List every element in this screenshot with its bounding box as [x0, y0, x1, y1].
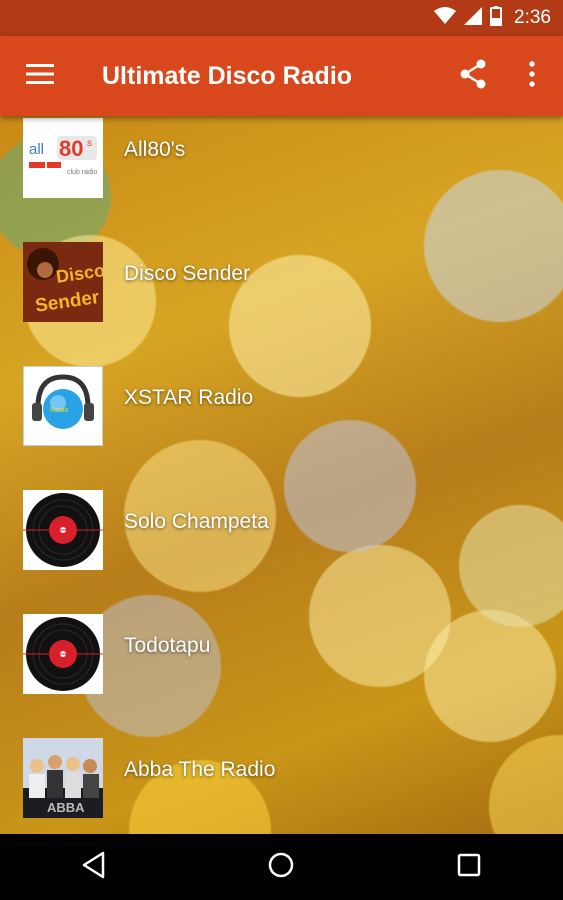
share-button[interactable] — [445, 36, 501, 116]
home-icon — [267, 851, 295, 884]
station-list: all 80 s club radio All80's Disco Sender… — [0, 116, 563, 834]
station-row-all80s[interactable]: all 80 s club radio All80's — [0, 116, 563, 220]
menu-button[interactable] — [0, 36, 80, 116]
page-title: Ultimate Disco Radio — [102, 61, 353, 90]
hamburger-menu-icon — [26, 63, 54, 90]
battery-icon — [490, 5, 503, 31]
svg-text:s: s — [87, 138, 92, 149]
all80s-logo: all 80 s club radio — [23, 118, 103, 198]
station-row-xstar-radio[interactable]: Radio XSTAR Radio — [0, 344, 563, 468]
station-row-solo-champeta[interactable]: Solo Champeta — [0, 468, 563, 592]
status-time: 2:36 — [514, 7, 551, 28]
more-options-button[interactable] — [501, 36, 563, 116]
svg-text:80: 80 — [59, 136, 83, 161]
vinyl-record-icon — [23, 614, 103, 694]
recents-button[interactable] — [439, 837, 499, 897]
xstar-radio-logo: Radio — [23, 366, 103, 446]
wifi-icon — [434, 6, 457, 30]
station-row-todotapu[interactable]: Todotapu — [0, 592, 563, 716]
station-name: All80's — [124, 138, 186, 161]
status-bar: 2:36 — [0, 0, 563, 36]
svg-text:club radio: club radio — [67, 169, 97, 176]
vinyl-record-icon — [23, 490, 103, 570]
recents-icon — [457, 853, 481, 882]
disco-sender-logo: Disco Sender — [23, 242, 103, 322]
signal-icon — [464, 6, 483, 30]
system-nav-bar — [0, 834, 563, 900]
abba-photo: ABBA — [23, 738, 103, 818]
station-name: Todotapu — [124, 634, 211, 657]
svg-text:Radio: Radio — [50, 407, 68, 414]
station-name: Solo Champeta — [124, 510, 269, 533]
back-button[interactable] — [64, 837, 124, 897]
station-name: Disco Sender — [124, 262, 251, 285]
app-bar: Ultimate Disco Radio — [0, 36, 563, 116]
home-button[interactable] — [251, 837, 311, 897]
more-vert-icon — [528, 60, 536, 92]
back-icon — [81, 851, 107, 884]
svg-text:all: all — [29, 141, 44, 158]
station-name: XSTAR Radio — [124, 386, 254, 409]
station-name: Abba The Radio — [124, 758, 276, 781]
share-icon — [459, 59, 487, 94]
svg-text:ABBA: ABBA — [47, 800, 85, 815]
station-row-abba-the-radio[interactable]: ABBA Abba The Radio — [0, 716, 563, 834]
station-row-disco-sender[interactable]: Disco Sender Disco Sender — [0, 220, 563, 344]
